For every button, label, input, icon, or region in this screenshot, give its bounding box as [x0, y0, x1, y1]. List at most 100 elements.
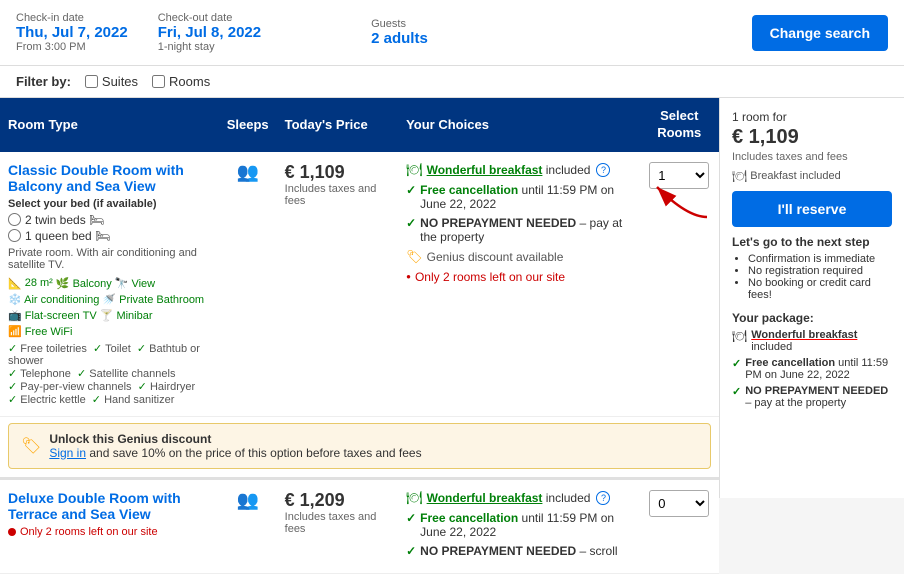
pkg-check-icon2: ✓ [732, 385, 741, 398]
red-dot-icon [8, 528, 16, 536]
checkout-sub: 1-night stay [158, 41, 261, 53]
room1-info-cell: Classic Double Room with Balcony and Sea… [0, 152, 219, 417]
room1-price-cell: € 1,109 Includes taxes and fees [277, 152, 398, 417]
next-steps-list: Confirmation is immediate No registratio… [732, 253, 892, 301]
room2-price-sub: Includes taxes and fees [285, 511, 390, 535]
room2-choice-prepay: ✓ NO PREPAYMENT NEEDED – scroll [406, 544, 631, 558]
room2-choice-breakfast: 🍽 Wonderful breakfast included ? [406, 490, 631, 506]
next-step-3: No booking or credit card fees! [748, 277, 892, 301]
pkg-breakfast-icon: 🍽 [732, 329, 747, 343]
room2-choices-cell: 🍽 Wonderful breakfast included ? ✓ Free … [398, 478, 639, 573]
genius-subtext: and save 10% on the price of this option… [89, 446, 421, 460]
room2-main-row: Deluxe Double Room with Terrace and Sea … [0, 478, 719, 573]
suites-filter[interactable]: Suites [85, 74, 138, 89]
info-icon2[interactable]: ? [596, 491, 610, 505]
col-select: Select Rooms [640, 98, 720, 152]
room1-features: ✓ Free toiletries ✓ Toilet ✓ Bathtub or … [8, 342, 211, 406]
sidebar-for-rooms: 1 room for [732, 110, 892, 124]
filter-bar: Filter by: Suites Rooms [0, 66, 904, 98]
room2-choice-cancel: ✓ Free cancellation until 11:59 PM on Ju… [406, 511, 631, 539]
genius-banner-cell: 🏷 Unlock this Genius discount Sign in an… [0, 416, 719, 478]
sidebar-price: € 1,109 [732, 126, 892, 149]
breakfast-icon2: 🍽 [406, 490, 423, 506]
col-sleeps: Sleeps [219, 98, 277, 152]
twin-beds-option[interactable]: 2 twin beds 🛏 [8, 213, 211, 227]
checkin-group: Check-in date Thu, Jul 7, 2022 From 3:00… [16, 12, 128, 53]
sidebar-breakfast-text: Breakfast included [750, 170, 841, 182]
room2-info-cell: Deluxe Double Room with Terrace and Sea … [0, 478, 219, 573]
genius-banner: 🏷 Unlock this Genius discount Sign in an… [8, 423, 711, 469]
check-icon: ✓ [406, 183, 416, 197]
room2-only-left: Only 2 rooms left on our site [8, 526, 211, 538]
room1-choice-alert: ● Only 2 rooms left on our site [406, 270, 631, 284]
room1-name-link[interactable]: Classic Double Room with Balcony and Sea… [8, 162, 211, 194]
sidebar-breakfast: 🍽 Breakfast included [732, 169, 892, 183]
queen-bed-option[interactable]: 1 queen bed 🛏 [8, 229, 211, 243]
room1-sleeps-cell: 👥 [219, 152, 277, 417]
top-bar: Check-in date Thu, Jul 7, 2022 From 3:00… [0, 0, 904, 66]
room2-price: € 1,209 [285, 490, 390, 511]
guests-value: 2 adults [371, 30, 428, 47]
checkout-group: Check-out date Fri, Jul 8, 2022 1-night … [158, 12, 261, 53]
rooms-filter[interactable]: Rooms [152, 74, 210, 89]
suites-checkbox[interactable] [85, 75, 98, 88]
info-icon[interactable]: ? [596, 163, 610, 177]
room1-amenities: 📐28 m² 🌿 Balcony 🔭 View ❄️ Air condition… [8, 277, 211, 338]
genius-signin-link[interactable]: Sign in [49, 446, 86, 460]
next-step-1: Confirmation is immediate [748, 253, 892, 265]
package-prepay: ✓ NO PREPAYMENT NEEDED – pay at the prop… [732, 385, 892, 409]
sidebar-price-note: Includes taxes and fees [732, 151, 892, 163]
genius-banner-row: 🏷 Unlock this Genius discount Sign in an… [0, 416, 719, 478]
breakfast-icon: 🍽 [406, 162, 423, 178]
bed-select-label: Select your bed (if available) [8, 198, 211, 210]
room1-choice-breakfast: 🍽 Wonderful breakfast included ? [406, 162, 631, 178]
col-room-type: Room Type [0, 98, 219, 152]
room1-main-row: Classic Double Room with Balcony and Sea… [0, 152, 719, 417]
reserve-button[interactable]: I'll reserve [732, 191, 892, 227]
main-content: Room Type Sleeps Today's Price Your Choi… [0, 98, 904, 574]
package-cancel: ✓ Free cancellation until 11:59 PM on Ju… [732, 357, 892, 381]
room1-select[interactable]: 0 1 2 3 4 5 [649, 162, 709, 189]
table-area: Room Type Sleeps Today's Price Your Choi… [0, 98, 719, 574]
room1-price-sub: Includes taxes and fees [285, 183, 390, 207]
room1-select-cell: 0 1 2 3 4 5 [640, 152, 720, 417]
room1-price: € 1,109 [285, 162, 390, 183]
room1-choices-cell: 🍽 Wonderful breakfast included ? ✓ Free … [398, 152, 639, 417]
room1-choice-genius: 🏷 Genius discount available [406, 249, 631, 265]
genius-title: Unlock this Genius discount [49, 432, 211, 446]
guests-label: Guests [371, 18, 428, 30]
table-header: Room Type Sleeps Today's Price Your Choi… [0, 98, 719, 152]
tag-icon: 🏷 [406, 249, 423, 265]
room2-select[interactable]: 0 1 2 3 4 5 [649, 490, 709, 517]
your-package-title: Your package: [732, 311, 892, 325]
checkout-day: Fri, Jul 8, 2022 [158, 24, 261, 41]
pkg-check-icon: ✓ [732, 357, 741, 370]
room2-price-cell: € 1,209 Includes taxes and fees [277, 478, 398, 573]
filter-label: Filter by: [16, 74, 71, 89]
col-price: Today's Price [277, 98, 398, 152]
checkin-sub: From 3:00 PM [16, 41, 128, 53]
check-icon2: ✓ [406, 216, 416, 230]
checkin-label: Check-in date [16, 12, 128, 24]
guests-group: Guests 2 adults [371, 18, 428, 47]
room1-choice-cancel: ✓ Free cancellation until 11:59 PM on Ju… [406, 183, 631, 211]
checkout-label: Check-out date [158, 12, 261, 24]
room2-name-link[interactable]: Deluxe Double Room with Terrace and Sea … [8, 490, 211, 522]
change-search-button[interactable]: Change search [752, 15, 888, 51]
package-breakfast: 🍽 Wonderful breakfast included [732, 329, 892, 353]
genius-tag-icon: 🏷 [21, 436, 41, 456]
sidebar: 1 room for € 1,109 Includes taxes and fe… [719, 98, 904, 498]
dot-icon: ● [406, 272, 411, 281]
rooms-label: Rooms [169, 74, 210, 89]
rooms-checkbox[interactable] [152, 75, 165, 88]
room2-sleeps-cell: 👥 [219, 478, 277, 573]
next-step-title: Let's go to the next step [732, 235, 892, 249]
room1-choice-prepay: ✓ NO PREPAYMENT NEEDED – pay at the prop… [406, 216, 631, 244]
next-step-2: No registration required [748, 265, 892, 277]
suites-label: Suites [102, 74, 138, 89]
room1-desc: Private room. With air conditioning and … [8, 247, 211, 271]
room2-select-cell: 0 1 2 3 4 5 [640, 478, 720, 573]
checkin-day: Thu, Jul 7, 2022 [16, 24, 128, 41]
sidebar-breakfast-icon: 🍽 [732, 169, 747, 183]
col-choices: Your Choices [398, 98, 639, 152]
